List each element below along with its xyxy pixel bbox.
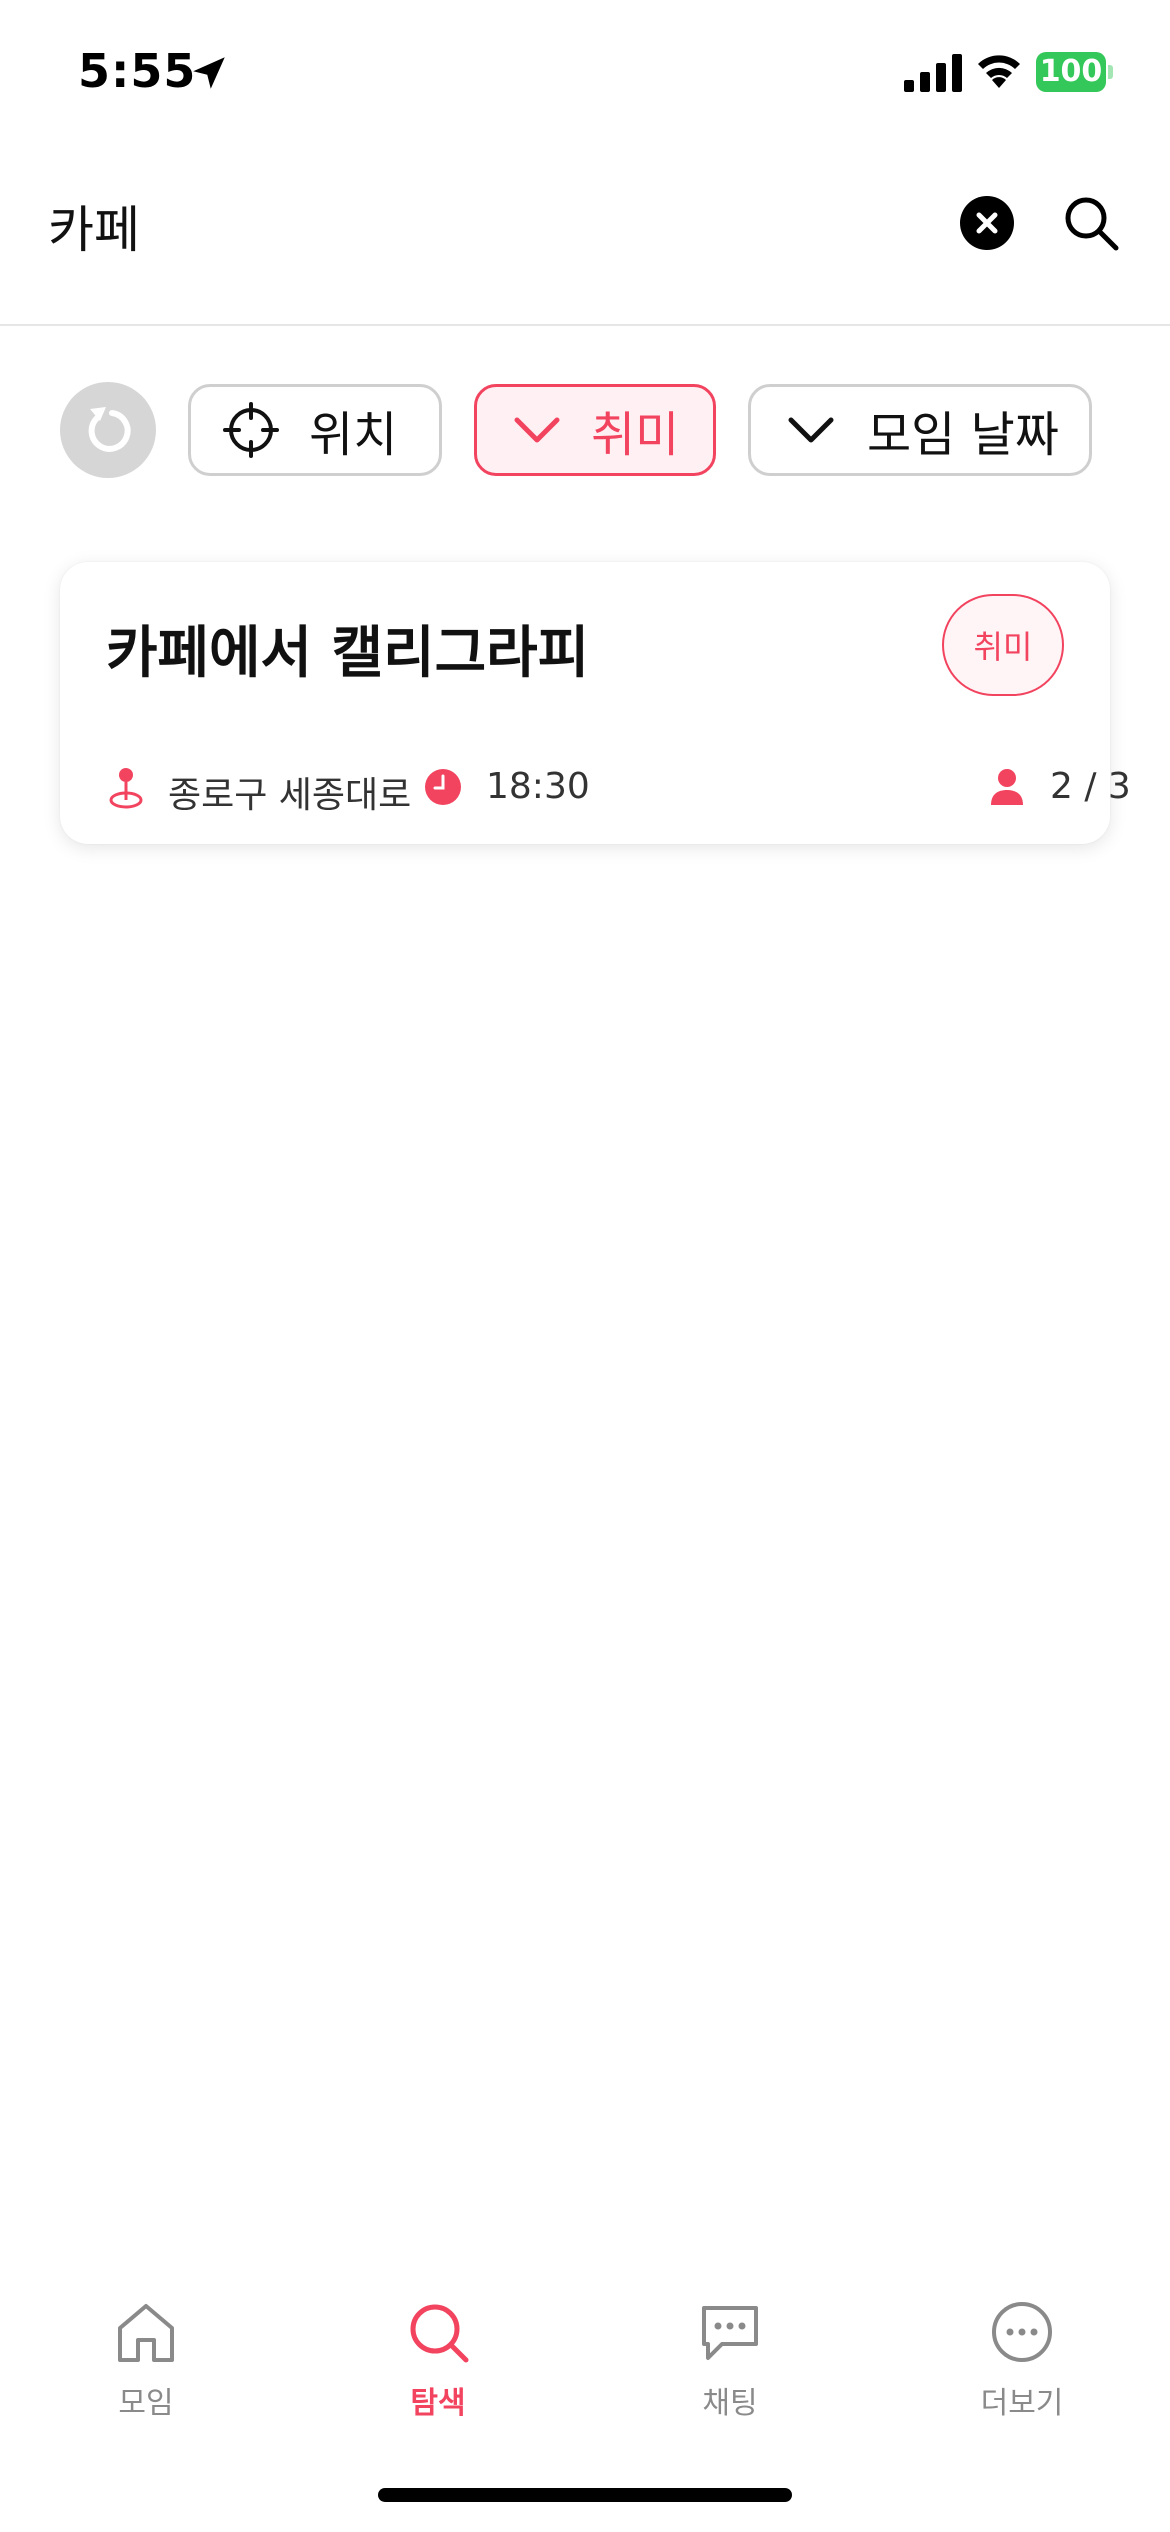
battery-tip [1108,65,1113,79]
chevron-down-icon [788,417,834,443]
crosshair-icon [223,402,279,458]
clear-search-button[interactable] [960,196,1014,250]
tab-more[interactable]: 더보기 [922,2286,1122,2436]
search-icon [1065,197,1119,251]
more-icon [992,2302,1052,2362]
meetup-time: 18:30 [486,766,590,807]
tab-label: 모임 [118,2386,174,2421]
category-badge: 취미 [942,594,1064,696]
home-indicator[interactable] [378,2488,792,2502]
meetup-meta: 종로구 세종대로 18:30 2 / 3 [106,762,1131,816]
location-arrow-icon [193,57,225,89]
clock-icon [425,769,461,805]
status-bar: 5:55 100 [0,0,1170,150]
meetup-card[interactable]: 카페에서 캘리그라피 취미 종로구 세종대로 18:30 2 / 3 [60,562,1131,844]
reset-icon [88,407,131,452]
search-header: 카페 [0,160,1170,326]
status-time: 5:55 [78,44,197,98]
wifi-icon [978,55,1020,88]
tab-label: 채팅 [702,2386,758,2421]
tab-chat[interactable]: 채팅 [630,2286,830,2436]
chevron-down-icon [514,417,560,443]
tab-explore[interactable]: 탐색 [338,2286,538,2436]
person-icon [991,769,1023,805]
tab-label: 탐색 [410,2386,466,2421]
filter-chip-label: 모임 날짜 [867,407,1059,463]
meetup-title: 카페에서 캘리그라피 [106,621,590,686]
filter-chip-hobby[interactable]: 취미 [474,384,716,476]
filter-chip-date[interactable]: 모임 날짜 [748,384,1092,476]
filter-chip-label: 위치 [309,407,398,463]
tab-label: 더보기 [980,2386,1064,2421]
participant-count: 2 / 3 [1050,766,1131,807]
filter-chip-location[interactable]: 위치 [188,384,442,476]
search-icon [410,2304,469,2363]
tab-meetings[interactable]: 모임 [46,2286,246,2436]
reset-filters-button[interactable] [60,382,156,478]
chat-bubble-icon [702,2306,758,2360]
battery-icon: 100 [1036,52,1114,92]
battery-level: 100 [1039,54,1103,89]
cellular-signal-icon [904,54,962,92]
search-button[interactable] [1062,194,1120,252]
filter-bar: 위치 취미 모임 날짜 [0,380,1170,480]
search-input[interactable]: 카페 [48,190,140,262]
clear-icon [976,212,998,234]
home-icon [118,2304,174,2362]
map-pin-icon [109,768,143,809]
filter-chip-label: 취미 [591,407,680,463]
bottom-tab-bar: 모임 탐색 채팅 더보기 [0,2286,1170,2446]
meetup-address: 종로구 세종대로 [168,775,412,816]
